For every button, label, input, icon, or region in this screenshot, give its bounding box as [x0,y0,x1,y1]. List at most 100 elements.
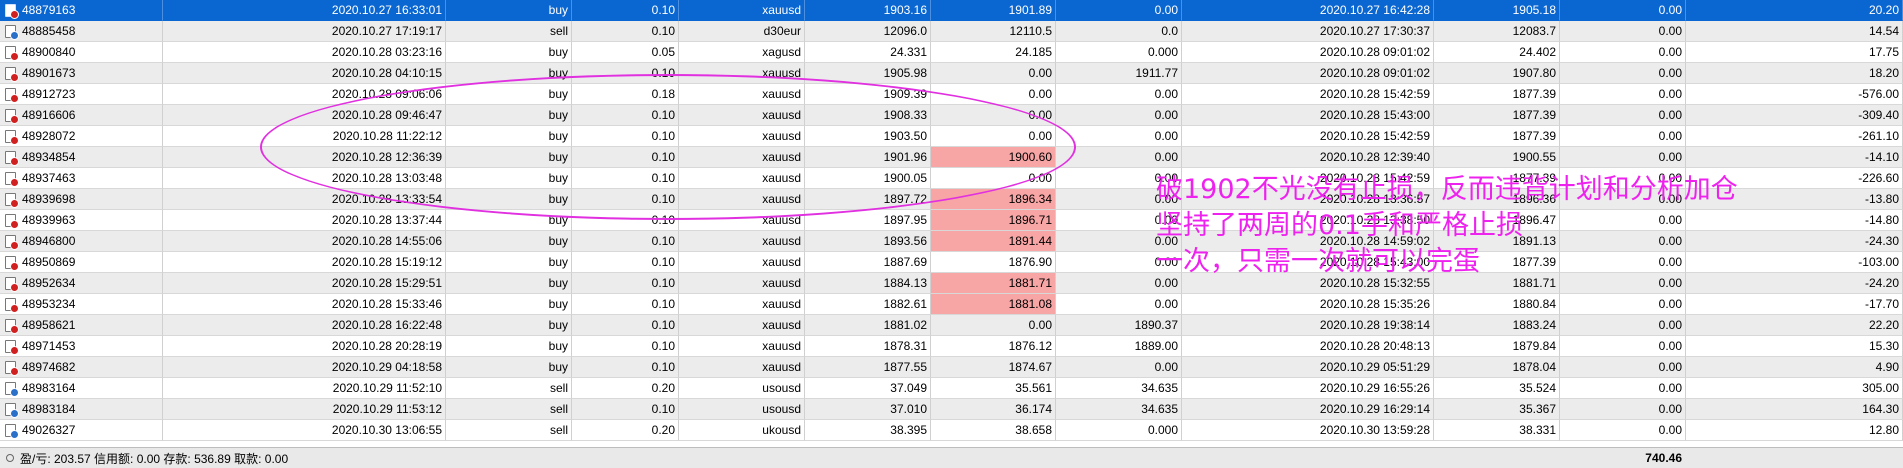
close-time-cell: 2020.10.28 19:38:14 [1182,315,1434,336]
open-time-cell: 2020.10.28 03:23:16 [163,42,446,63]
swap-cell: 0.00 [1560,294,1686,315]
take-profit-cell: 1911.77 [1056,63,1182,84]
table-row[interactable]: 48934854 2020.10.28 12:36:39 buy 0.10 xauusd… [0,147,1903,168]
open-price-cell: 1903.16 [805,0,931,21]
table-row[interactable]: 48879163 2020.10.27 16:33:01 buy 0.10 xauusd… [0,0,1903,21]
open-time-cell: 2020.10.28 09:06:06 [163,84,446,105]
ticket-cell[interactable]: 48900840 [0,42,163,63]
open-time-cell: 2020.10.30 13:06:55 [163,420,446,441]
ticket-cell[interactable]: 48974682 [0,357,163,378]
table-row[interactable]: 48901673 2020.10.28 04:10:15 buy 0.10 xauusd… [0,63,1903,84]
close-price-cell: 1907.80 [1434,63,1560,84]
close-time-cell: 2020.10.29 16:55:26 [1182,378,1434,399]
swap-cell: 0.00 [1560,84,1686,105]
open-price-cell: 1901.96 [805,147,931,168]
ticket-cell[interactable]: 48934854 [0,147,163,168]
ticket-cell[interactable]: 48928072 [0,126,163,147]
ticket-cell[interactable]: 48971453 [0,336,163,357]
ticket-cell[interactable]: 48916606 [0,105,163,126]
ticket-cell[interactable]: 48939963 [0,210,163,231]
ticket-cell[interactable]: 48885458 [0,21,163,42]
order-document-icon [5,381,19,397]
symbol-cell: xauusd [679,189,805,210]
open-time-cell: 2020.10.28 14:55:06 [163,231,446,252]
symbol-cell: xauusd [679,252,805,273]
type-cell: buy [446,0,572,21]
ticket-cell[interactable]: 48983164 [0,378,163,399]
type-cell: buy [446,105,572,126]
ticket-cell[interactable]: 48953234 [0,294,163,315]
open-price-cell: 1884.13 [805,273,931,294]
close-price-cell: 1879.84 [1434,336,1560,357]
close-time-cell: 2020.10.28 15:35:26 [1182,294,1434,315]
symbol-cell: xauusd [679,210,805,231]
close-time-cell: 2020.10.27 16:42:28 [1182,0,1434,21]
ticket-number: 48983184 [22,401,76,416]
take-profit-cell: 34.635 [1056,378,1182,399]
ticket-number: 48974682 [22,359,76,374]
profit-cell: 305.00 [1686,378,1903,399]
table-row[interactable]: 48953234 2020.10.28 15:33:46 buy 0.10 xauusd… [0,294,1903,315]
symbol-cell: xauusd [679,168,805,189]
table-row[interactable]: 48958621 2020.10.28 16:22:48 buy 0.10 xauusd… [0,315,1903,336]
open-price-cell: 1881.02 [805,315,931,336]
lots-cell: 0.10 [572,231,679,252]
close-time-cell: 2020.10.29 05:51:29 [1182,357,1434,378]
ticket-cell[interactable]: 48946800 [0,231,163,252]
table-row[interactable]: 48971453 2020.10.28 20:28:19 buy 0.10 xauusd… [0,336,1903,357]
swap-cell: 0.00 [1560,336,1686,357]
ticket-number: 48983164 [22,380,76,395]
type-cell: sell [446,399,572,420]
ticket-number: 48934854 [22,149,76,164]
order-document-icon [5,87,19,103]
table-row[interactable]: 48916606 2020.10.28 09:46:47 buy 0.10 xauusd… [0,105,1903,126]
open-price-cell: 1877.55 [805,357,931,378]
ticket-cell[interactable]: 48952634 [0,273,163,294]
table-row[interactable]: 48928072 2020.10.28 11:22:12 buy 0.10 xauusd… [0,126,1903,147]
ticket-cell[interactable]: 49026327 [0,420,163,441]
open-time-cell: 2020.10.28 04:10:15 [163,63,446,84]
open-time-cell: 2020.10.28 11:22:12 [163,126,446,147]
ticket-cell[interactable]: 48912723 [0,84,163,105]
open-price-cell: 1897.72 [805,189,931,210]
table-row[interactable]: 48885458 2020.10.27 17:19:17 sell 0.10 d30eu… [0,21,1903,42]
status-summary: 盈/亏: 203.57 信用额: 0.00 存款: 536.89 取款: 0.0… [20,451,289,466]
profit-cell: 4.90 [1686,357,1903,378]
table-row[interactable]: 48974682 2020.10.29 04:18:58 buy 0.10 xauusd… [0,357,1903,378]
lots-cell: 0.10 [572,126,679,147]
ticket-cell[interactable]: 48939698 [0,189,163,210]
type-cell: sell [446,420,572,441]
lots-cell: 0.10 [572,147,679,168]
symbol-cell: xauusd [679,231,805,252]
type-cell: buy [446,147,572,168]
ticket-cell[interactable]: 48937463 [0,168,163,189]
stop-loss-cell: 1876.12 [931,336,1056,357]
table-row[interactable]: 48912723 2020.10.28 09:06:06 buy 0.18 xauusd… [0,84,1903,105]
type-cell: buy [446,84,572,105]
ticket-cell[interactable]: 48958621 [0,315,163,336]
close-time-cell: 2020.10.28 09:01:02 [1182,63,1434,84]
profit-cell: 20.20 [1686,0,1903,21]
lots-cell: 0.20 [572,420,679,441]
open-price-cell: 37.049 [805,378,931,399]
symbol-cell: xauusd [679,273,805,294]
lots-cell: 0.10 [572,189,679,210]
type-cell: buy [446,231,572,252]
ticket-cell[interactable]: 48983184 [0,399,163,420]
ticket-cell[interactable]: 48901673 [0,63,163,84]
table-row[interactable]: 48983164 2020.10.29 11:52:10 sell 0.20 usous… [0,378,1903,399]
type-cell: buy [446,63,572,84]
order-document-icon [5,276,19,292]
ticket-number: 48946800 [22,233,76,248]
ticket-cell[interactable]: 48879163 [0,0,163,21]
table-row[interactable]: 48900840 2020.10.28 03:23:16 buy 0.05 xagusd… [0,42,1903,63]
stop-loss-cell: 1891.44 [931,231,1056,252]
stop-loss-cell: 0.00 [931,105,1056,126]
ticket-cell[interactable]: 48950869 [0,252,163,273]
profit-cell: 22.20 [1686,315,1903,336]
order-document-icon [5,297,19,313]
annotation-text: 破1902不光没有止损，反而违背计划和分析加仓 坚持了两周的0.1手和严格止损 … [1156,172,1738,280]
table-row[interactable]: 49026327 2020.10.30 13:06:55 sell 0.20 ukous… [0,420,1903,441]
table-row[interactable]: 48983184 2020.10.29 11:53:12 sell 0.10 usous… [0,399,1903,420]
symbol-cell: xauusd [679,147,805,168]
